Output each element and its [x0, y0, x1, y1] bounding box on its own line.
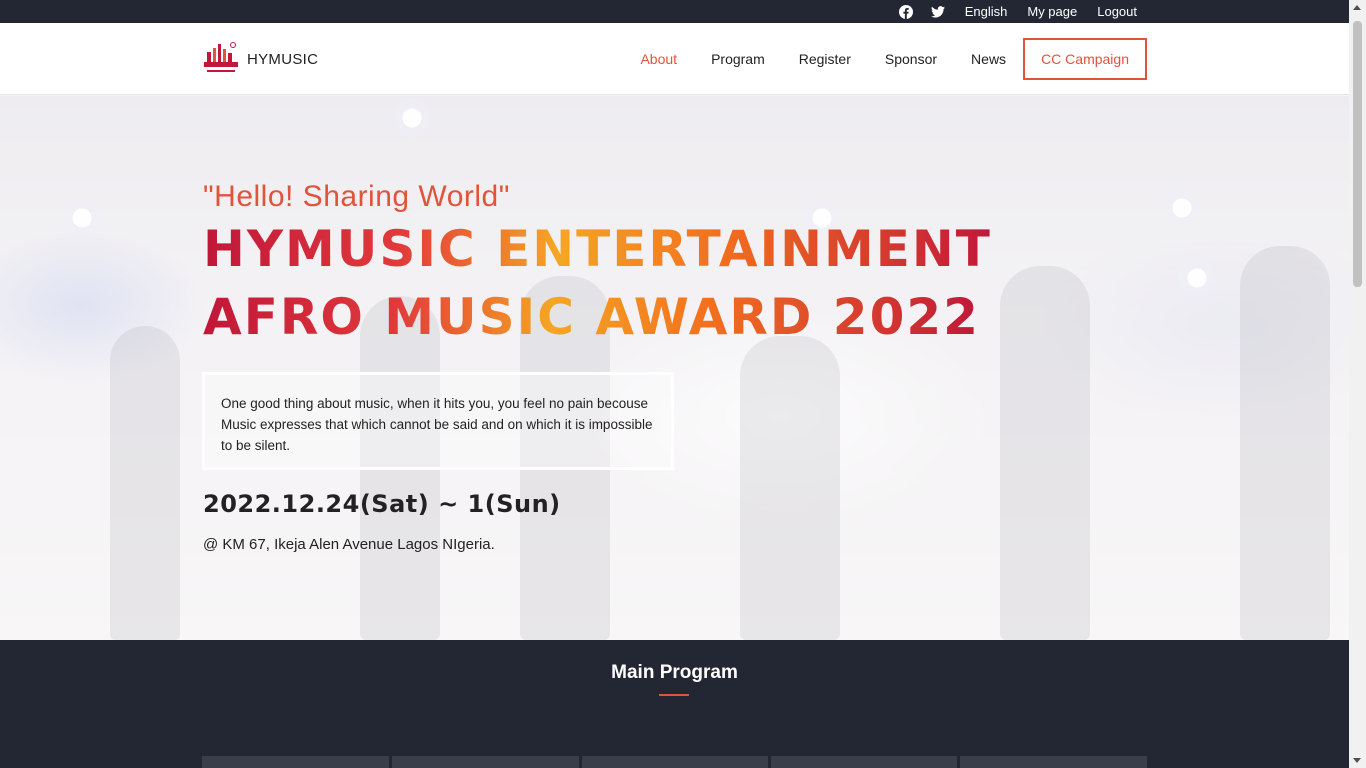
- hero-quote-box: One good thing about music, when it hits…: [202, 372, 674, 470]
- nav-item-sponsor[interactable]: Sponsor: [885, 51, 937, 67]
- primary-menu: About Program Register Sponsor News CC C…: [606, 38, 1147, 80]
- program-card[interactable]: [582, 756, 768, 768]
- nav-item-about[interactable]: About: [640, 51, 677, 67]
- program-card[interactable]: [202, 756, 389, 768]
- cc-campaign-button[interactable]: CC Campaign: [1023, 38, 1147, 80]
- heading-underline: [659, 694, 689, 696]
- top-utility-bar: English My page Logout: [0, 0, 1349, 23]
- page-scrollbar[interactable]: [1349, 0, 1366, 768]
- main-navbar: HYMUSIC About Program Register Sponsor N…: [0, 23, 1349, 95]
- twitter-icon[interactable]: [930, 5, 945, 19]
- scroll-down-icon[interactable]: [1353, 758, 1361, 763]
- main-program-section: Main Program: [0, 640, 1349, 768]
- logout-link[interactable]: Logout: [1097, 4, 1137, 19]
- brand-name: HYMUSIC: [247, 50, 319, 68]
- brand-logo[interactable]: HYMUSIC: [201, 40, 318, 78]
- nav-item-news[interactable]: News: [971, 51, 1006, 67]
- hero-title-line1: HYMUSIC ENTERTAINMENT: [203, 220, 992, 278]
- hero-banner: [0, 96, 1349, 640]
- logo-emblem-icon: [201, 40, 241, 78]
- nav-item-register[interactable]: Register: [799, 51, 851, 67]
- scroll-up-icon[interactable]: [1353, 5, 1361, 10]
- section-heading: Main Program: [611, 662, 738, 683]
- hero-title-line2: AFRO MUSIC AWARD 2022: [203, 288, 980, 346]
- program-card[interactable]: [392, 756, 579, 768]
- scrollbar-thumb[interactable]: [1353, 21, 1362, 287]
- nav-item-program[interactable]: Program: [711, 51, 765, 67]
- mypage-link[interactable]: My page: [1027, 4, 1077, 19]
- hero-overlay: [0, 96, 1349, 640]
- program-card[interactable]: [771, 756, 957, 768]
- language-link[interactable]: English: [965, 4, 1008, 19]
- facebook-icon[interactable]: [898, 4, 913, 19]
- event-date: 2022.12.24(Sat) ~ 1(Sun): [203, 490, 561, 518]
- program-card[interactable]: [960, 756, 1147, 768]
- hero-tagline: "Hello! Sharing World": [203, 180, 510, 213]
- event-venue: @ KM 67, Ikeja Alen Avenue Lagos NIgeria…: [203, 536, 495, 553]
